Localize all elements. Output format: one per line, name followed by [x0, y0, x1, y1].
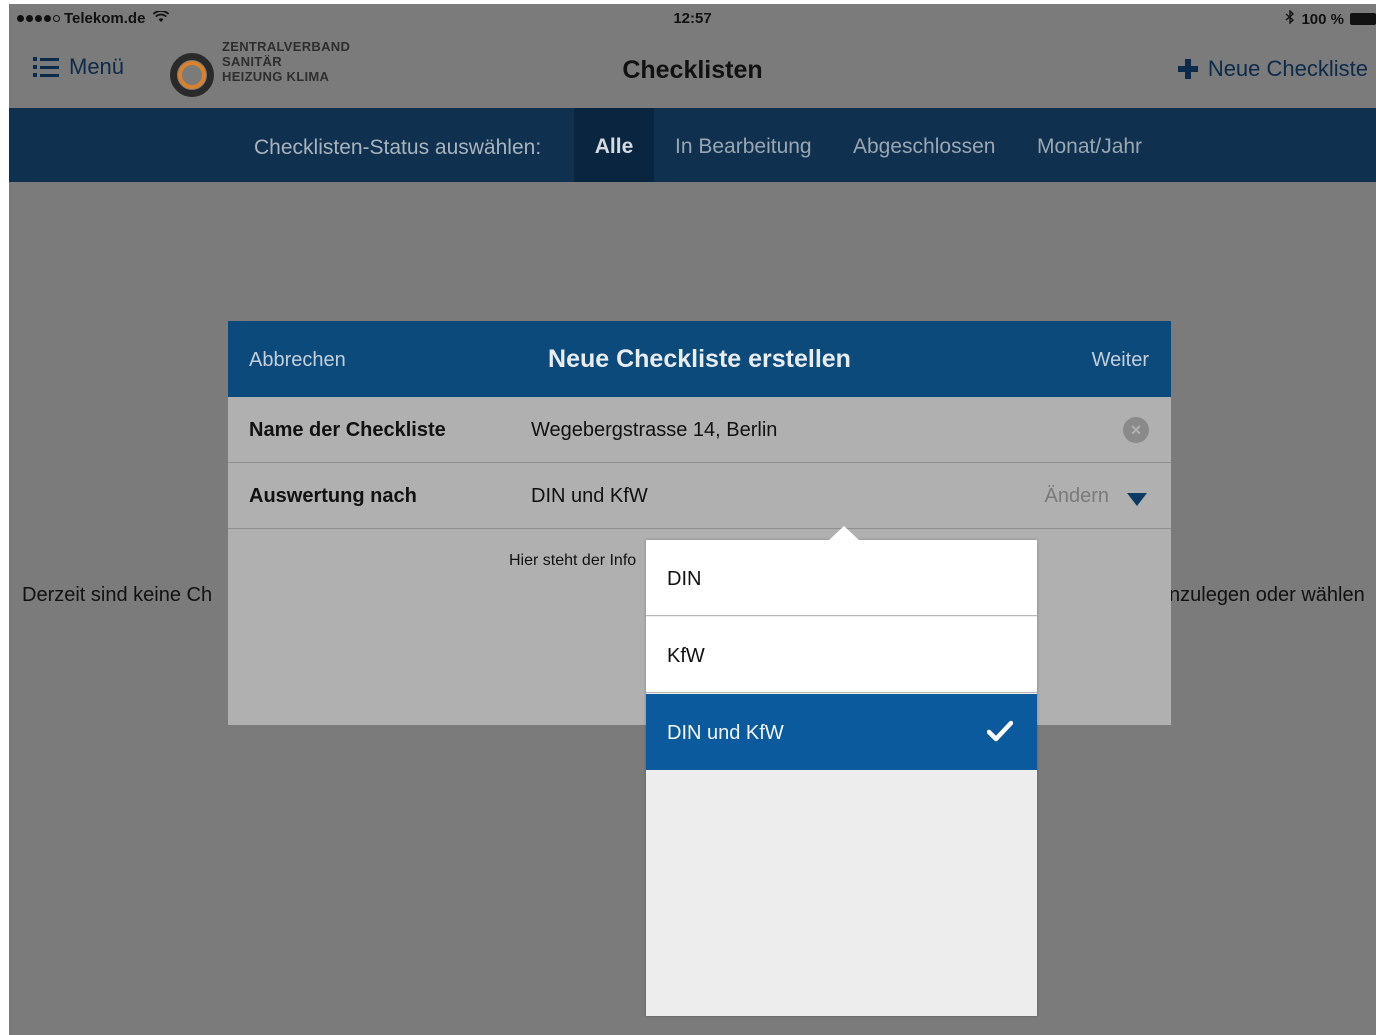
caret-down-icon[interactable]	[1127, 493, 1147, 506]
page-title: Checklisten	[622, 56, 763, 84]
plus-icon	[1177, 59, 1198, 79]
modal-title: Neue Checkliste erstellen	[548, 345, 851, 373]
tab-monat-jahr[interactable]: Monat/Jahr	[1037, 108, 1142, 182]
name-row: Name der Checkliste Wegebergstrasse 14, …	[228, 397, 1171, 463]
bluetooth-icon	[1285, 9, 1295, 28]
option-label: DIN und KfW	[667, 722, 784, 744]
battery-percent: 100 %	[1301, 10, 1344, 28]
name-field[interactable]: Wegebergstrasse 14, Berlin	[531, 419, 777, 442]
popover-arrow	[828, 526, 860, 541]
evaluation-label: Auswertung nach	[249, 485, 417, 507]
option-din[interactable]: DIN	[646, 540, 1037, 616]
info-text: Hier steht der Info	[509, 552, 637, 569]
new-checklist-label: Neue Checkliste	[1207, 56, 1368, 81]
logo-line: ZENTRALVERBAND	[222, 39, 351, 54]
status-right: 100 %	[1285, 9, 1376, 28]
clear-icon[interactable]: ×	[1123, 417, 1149, 443]
empty-state-text-right: nzulegen oder wählen	[1169, 584, 1365, 606]
option-label: DIN	[667, 568, 702, 590]
option-label: KfW	[667, 645, 705, 667]
name-label: Name der Checkliste	[249, 419, 446, 441]
option-din-und-kfw[interactable]: DIN und KfW	[646, 694, 1037, 770]
tab-abgeschlossen[interactable]: Abgeschlossen	[853, 108, 995, 182]
change-button[interactable]: Ändern	[1045, 485, 1110, 508]
tab-in-bearbeitung[interactable]: In Bearbeitung	[675, 108, 812, 182]
next-button[interactable]: Weiter	[1092, 349, 1149, 372]
checkmark-icon	[987, 720, 1013, 742]
filter-label: Checklisten-Status auswählen:	[254, 136, 542, 159]
modal-header: Abbrechen Neue Checkliste erstellen Weit…	[228, 321, 1171, 397]
status-time: 12:57	[673, 10, 712, 27]
status-filter-bar: Checklisten-Status auswählen: Alle In Be…	[9, 108, 1376, 182]
new-checklist-button[interactable]: Neue Checkliste	[1177, 56, 1368, 82]
option-kfw[interactable]: KfW	[646, 617, 1037, 693]
status-bar: Telekom.de 12:57 100 %	[9, 4, 1376, 32]
nav-bar: Menü ZENTRALVERBAND SANITÄR HEIZUNG KLIM…	[9, 32, 1376, 106]
app-screen: Telekom.de 12:57 100 % Menü ZENTRALVERBA…	[9, 4, 1376, 1035]
evaluation-dropdown: DIN KfW DIN und KfW	[646, 526, 1037, 1016]
evaluation-value: DIN und KfW	[531, 485, 648, 507]
evaluation-row[interactable]: Auswertung nach DIN und KfW Ändern	[228, 463, 1171, 529]
tab-alle[interactable]: Alle	[574, 108, 654, 182]
battery-icon	[1350, 13, 1376, 25]
empty-state-text-left: Derzeit sind keine Ch	[22, 584, 213, 606]
